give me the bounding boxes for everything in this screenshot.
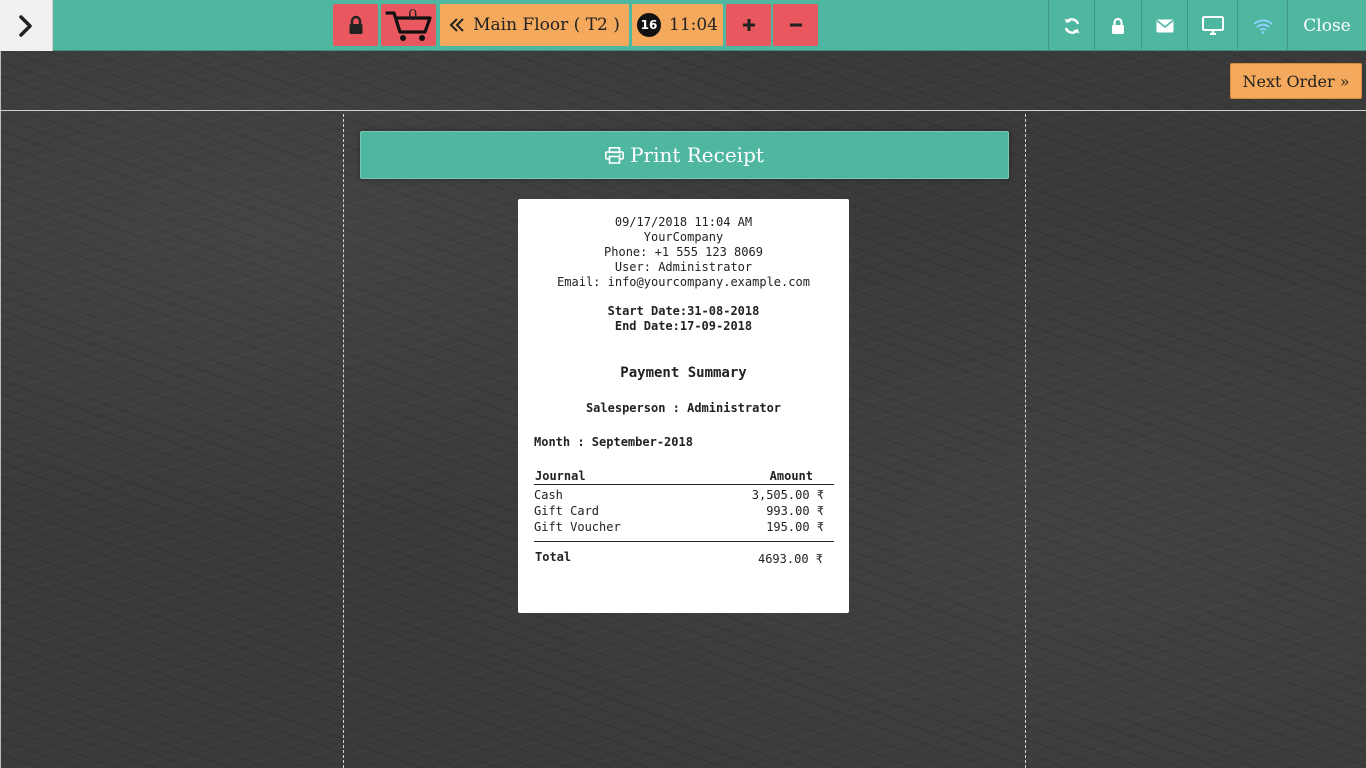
receipt-phone: Phone: +1 555 123 8069: [604, 245, 763, 259]
row-journal: Cash: [534, 488, 563, 502]
close-button[interactable]: Close: [1287, 0, 1366, 51]
floor-button[interactable]: Main Floor ( T2 ): [440, 4, 629, 46]
row-journal: Gift Card: [534, 504, 600, 518]
envelope-icon: [1155, 19, 1174, 32]
lock-order-button[interactable]: [333, 4, 378, 46]
left-border: [0, 51, 1, 768]
floor-label: Main Floor ( T2 ): [473, 15, 620, 35]
subbar-divider: [0, 110, 1366, 111]
receipt-title: Payment Summary: [620, 365, 747, 381]
payment-table: Journal Amount Cash 3,505.00 ₹ Gift Card…: [534, 469, 834, 566]
receipt-end-date: End Date:17-09-2018: [614, 319, 753, 333]
row-amount: 195.00 ₹: [766, 520, 824, 534]
order-time: 11:04: [669, 15, 718, 35]
receipt-area-left-guide: [343, 114, 344, 768]
payment-table-header: Journal Amount: [534, 469, 834, 485]
chevron-right-icon: [19, 14, 32, 37]
lock-icon: [1112, 17, 1124, 34]
lock-screen-button[interactable]: [1094, 0, 1141, 51]
minus-icon: [789, 23, 802, 27]
row-amount: 993.00 ₹: [766, 504, 824, 518]
row-journal: Gift Voucher: [534, 520, 621, 534]
refresh-icon: [1064, 17, 1079, 34]
guest-count-badge: 16: [637, 13, 661, 37]
receipt-email: Email: info@yourcompany.example.com: [557, 275, 810, 289]
table-time-button[interactable]: 16 11:04: [632, 4, 723, 46]
total-label: Total: [535, 550, 572, 564]
cart-count: 0: [408, 6, 418, 24]
row-amount: 3,505.00 ₹: [751, 488, 824, 502]
top-bar: 0 Main Floor ( T2 ) 16 11:04 Close: [0, 0, 1366, 51]
table-row: Cash 3,505.00 ₹: [534, 487, 834, 503]
receipt-datetime: 09/17/2018 11:04 AM: [614, 215, 753, 229]
receipt-user: User: Administrator: [614, 260, 753, 274]
lock-icon: [349, 15, 362, 34]
receipt-company: YourCompany: [643, 230, 724, 244]
print-receipt-label: Print Receipt: [630, 143, 764, 167]
receipt-area-right-guide: [1025, 114, 1026, 768]
journal-column-header: Journal: [535, 469, 586, 483]
connection-status-button[interactable]: [1237, 0, 1287, 51]
receipt-start-date: Start Date:31-08-2018: [607, 304, 760, 318]
print-receipt-button[interactable]: Print Receipt: [360, 131, 1009, 179]
receipt-header: 09/17/2018 11:04 AM YourCompany Phone: +…: [518, 215, 849, 290]
monitor-icon: [1201, 16, 1224, 35]
receipt-salesperson: Salesperson : Administrator: [585, 401, 782, 415]
amount-column-header: Amount: [769, 469, 813, 483]
cart-button[interactable]: 0: [381, 4, 436, 46]
wifi-icon: [1252, 19, 1273, 34]
double-chevron-left-icon: [449, 18, 464, 32]
total-value: 4693.00 ₹: [757, 552, 823, 566]
remove-order-button[interactable]: [773, 4, 818, 46]
receipt-date-range: Start Date:31-08-2018 End Date:17-09-201…: [518, 304, 849, 334]
print-icon: [605, 146, 625, 164]
total-row: Total 4693.00 ₹: [534, 542, 834, 566]
table-row: Gift Card 993.00 ₹: [534, 503, 834, 519]
table-row: Gift Voucher 195.00 ₹: [534, 519, 834, 535]
receipt-month: Month : September-2018: [534, 435, 693, 449]
receipt: 09/17/2018 11:04 AM YourCompany Phone: +…: [518, 199, 849, 613]
next-order-button[interactable]: Next Order »: [1230, 63, 1362, 99]
messages-button[interactable]: [1141, 0, 1187, 51]
plus-icon: [742, 19, 755, 31]
sync-button[interactable]: [1048, 0, 1094, 51]
menu-toggle-button[interactable]: [0, 0, 53, 51]
add-order-button[interactable]: [726, 4, 771, 46]
customer-display-button[interactable]: [1187, 0, 1237, 51]
status-toolbar: Close: [1048, 0, 1366, 51]
